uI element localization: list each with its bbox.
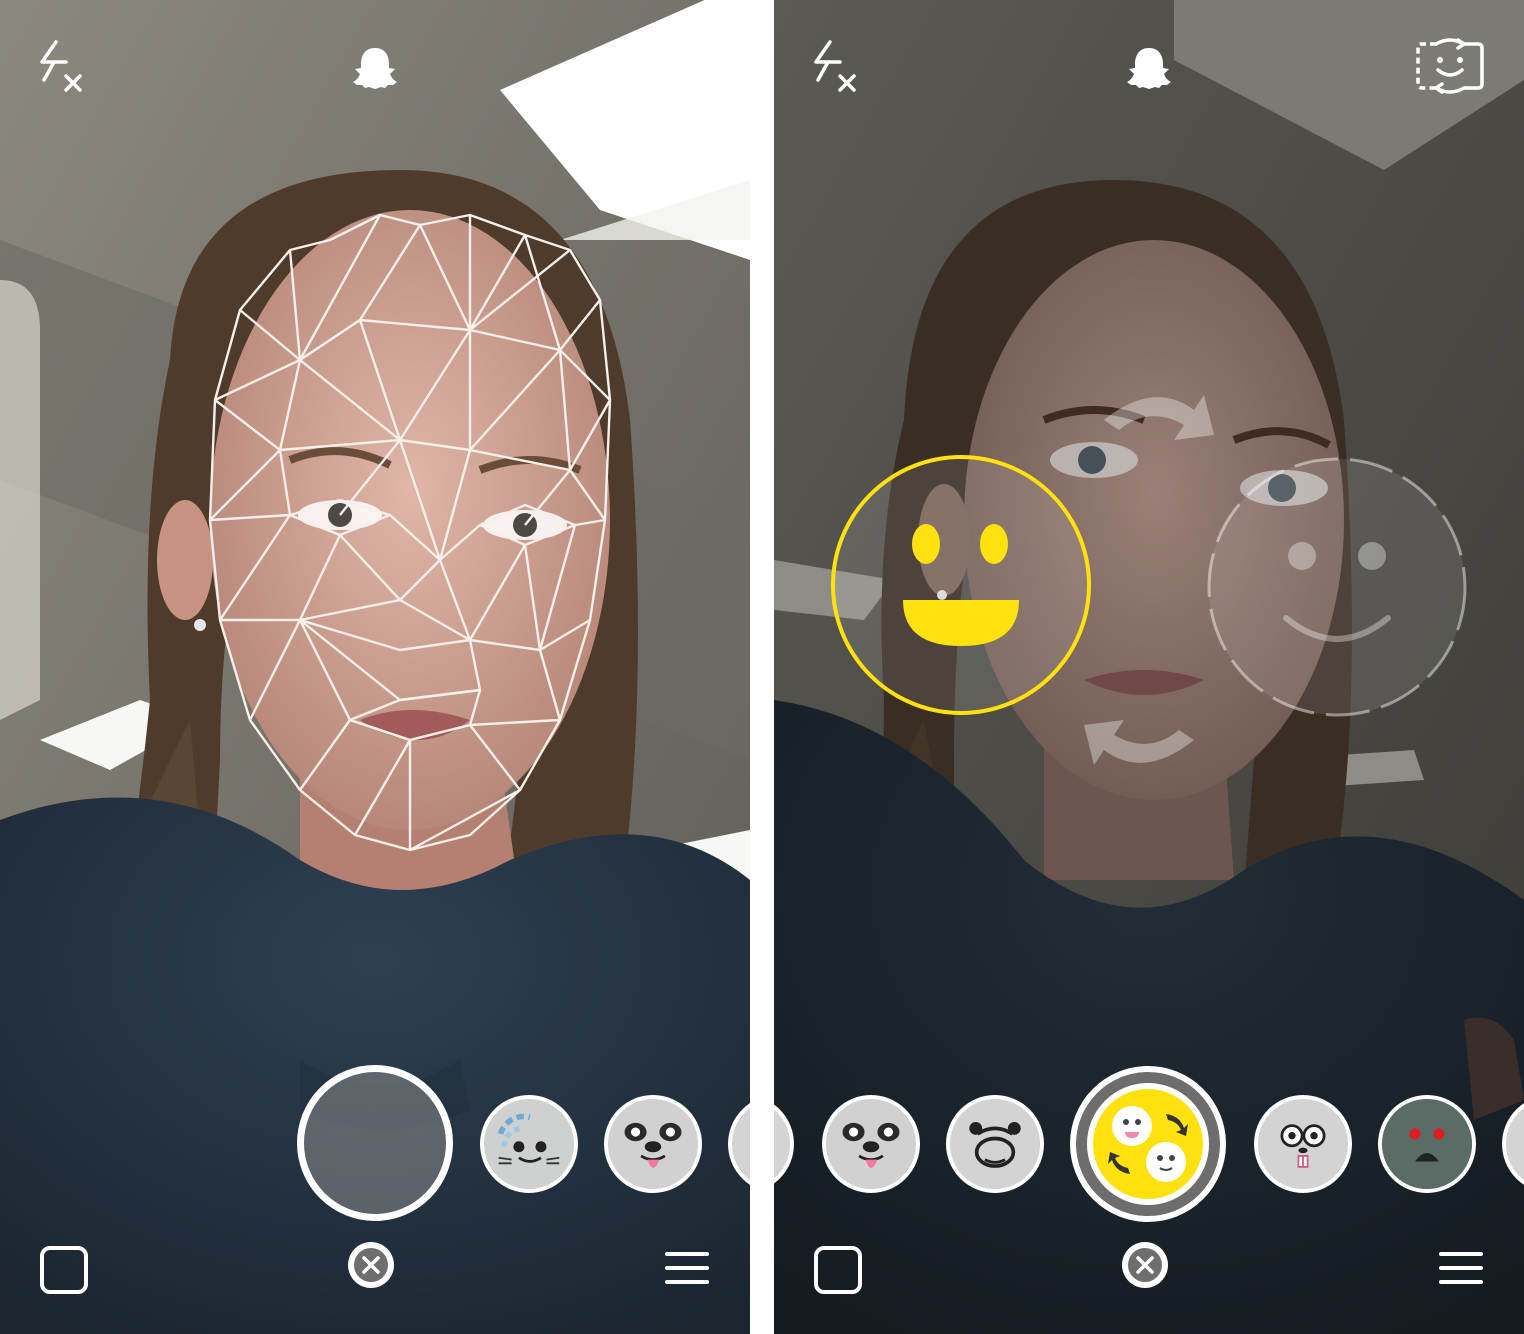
lens-face-swap	[1087, 1083, 1209, 1205]
camera-screen-face-swap	[774, 0, 1524, 1334]
lens-blue-dash-face[interactable]	[480, 1095, 578, 1193]
lens-dog-face[interactable]	[822, 1095, 920, 1193]
lens-zombie-face[interactable]	[1378, 1095, 1476, 1193]
snapchat-ghost-icon[interactable]	[352, 46, 398, 90]
face-swap-target-outline	[1207, 457, 1467, 717]
flash-off-icon[interactable]	[810, 40, 862, 92]
close-x-icon	[1128, 1248, 1162, 1282]
capture-button[interactable]	[297, 1065, 453, 1221]
camera-screen-face-mesh	[0, 0, 750, 1334]
memories-square-icon[interactable]	[814, 1246, 862, 1294]
snapchat-ghost-icon[interactable]	[1126, 46, 1172, 90]
lens-bunny-face[interactable]	[1254, 1095, 1352, 1193]
memories-square-icon[interactable]	[40, 1246, 88, 1294]
face-swap-icon[interactable]	[1414, 36, 1486, 96]
face-swap-target-yellow	[831, 455, 1091, 715]
lens-bear-face[interactable]	[946, 1095, 1044, 1193]
flash-off-icon[interactable]	[36, 40, 88, 92]
lens-dog-face[interactable]	[604, 1095, 702, 1193]
capture-button-selected-lens[interactable]	[1070, 1066, 1226, 1222]
close-x-icon	[354, 1248, 388, 1282]
close-lenses-button[interactable]	[348, 1242, 394, 1288]
close-lenses-button[interactable]	[1122, 1242, 1168, 1288]
face-swap-icon[interactable]	[640, 36, 712, 96]
hamburger-menu-icon[interactable]	[1439, 1252, 1483, 1292]
hamburger-menu-icon[interactable]	[665, 1252, 709, 1292]
